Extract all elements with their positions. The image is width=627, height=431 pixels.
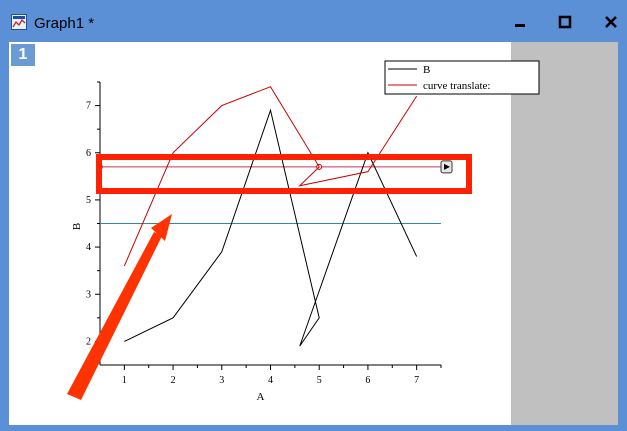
x-tick-label: 5 bbox=[317, 375, 322, 386]
series-group bbox=[123, 86, 418, 347]
x-tick-label: 4 bbox=[268, 375, 273, 386]
y-tick-label: 7 bbox=[86, 101, 91, 112]
legend[interactable]: B curve translate: bbox=[384, 60, 540, 95]
x-tick-label: 2 bbox=[171, 375, 176, 386]
y-tick-label: 3 bbox=[86, 289, 91, 300]
highlight-box bbox=[96, 154, 472, 194]
plot-area[interactable]: 1 2 3 4 5 6 7 2 3 4 5 6 7 A B B curve translate: bbox=[9, 42, 618, 425]
y-tick-label: 4 bbox=[86, 242, 91, 253]
graph-window-icon bbox=[11, 14, 27, 30]
minimize-icon bbox=[515, 24, 525, 27]
graph-window: Graph1 * 1 1 2 3 4 5 6 7 2 3 4 5 6 7 A B B curve trans… bbox=[0, 0, 627, 431]
title-bar[interactable]: Graph1 * bbox=[0, 0, 627, 42]
x-tick-label: 6 bbox=[365, 375, 370, 386]
y-axis-label: B bbox=[71, 223, 83, 230]
y-tick-label: 2 bbox=[86, 336, 91, 347]
legend-label-b: B bbox=[423, 64, 430, 76]
annotation-overlay bbox=[67, 154, 472, 400]
maximize-icon bbox=[558, 15, 572, 29]
maximize-button[interactable] bbox=[550, 9, 580, 35]
y-tick-label: 6 bbox=[86, 148, 91, 159]
x-tick-label: 7 bbox=[414, 375, 419, 386]
graph-page[interactable]: 1 1 2 3 4 5 6 7 2 3 4 5 6 7 A B B curve translate: bbox=[9, 42, 618, 425]
close-button[interactable] bbox=[596, 9, 626, 35]
x-tick-label: 3 bbox=[219, 375, 224, 386]
window-title: Graph1 * bbox=[34, 15, 95, 32]
axes-group: 1 2 3 4 5 6 7 2 3 4 5 6 7 A B bbox=[71, 81, 442, 403]
x-tick-label: 1 bbox=[122, 375, 127, 386]
legend-label-curve-translate: curve translate: bbox=[423, 80, 491, 92]
minimize-button[interactable] bbox=[505, 9, 535, 35]
play-handle-button[interactable] bbox=[440, 160, 453, 174]
y-tick-label: 5 bbox=[86, 195, 91, 206]
close-icon bbox=[605, 16, 617, 28]
x-axis-label: A bbox=[257, 391, 265, 403]
arrow-shaft bbox=[67, 232, 162, 400]
series-line-curve-translate[interactable] bbox=[123, 86, 418, 267]
